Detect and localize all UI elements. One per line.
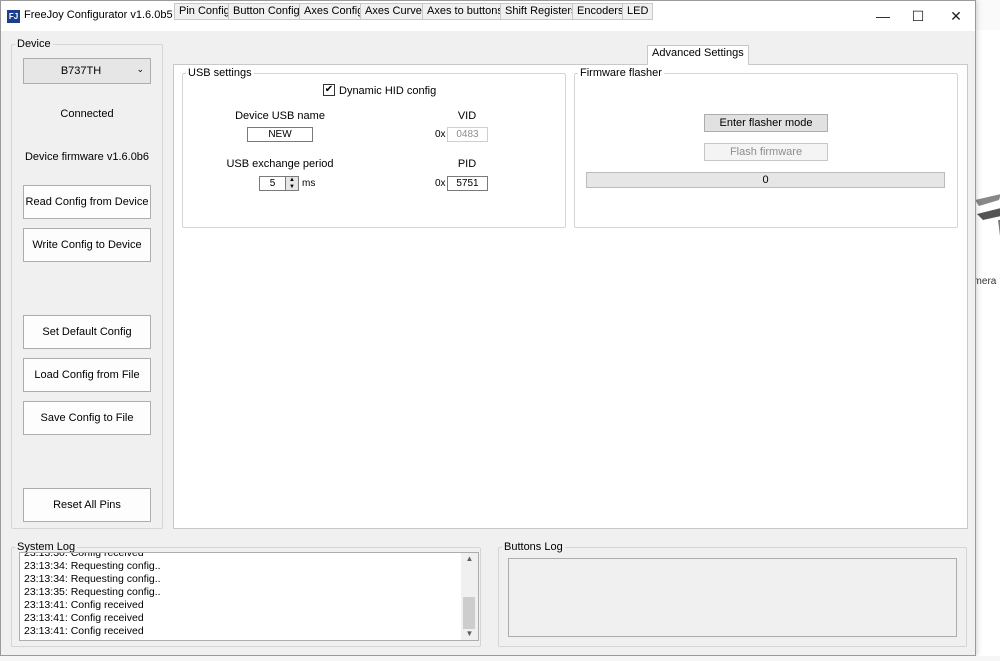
device-usb-name-label: Device USB name <box>235 110 325 122</box>
log-line: 23:13:41: Config received <box>24 612 144 624</box>
maximize-button[interactable]: ☐ <box>900 1 936 31</box>
buttons-log-label: Buttons Log <box>502 541 565 553</box>
flash-firmware-button[interactable]: Flash firmware <box>704 143 828 161</box>
enter-flasher-mode-button[interactable]: Enter flasher mode <box>704 114 828 132</box>
spin-down-icon[interactable]: ▼ <box>286 184 298 190</box>
tab-advanced-settings[interactable]: Advanced Settings <box>647 45 749 65</box>
log-line: 23:13:41: Config received <box>24 625 144 637</box>
usb-period-stepper[interactable]: ▲ ▼ <box>285 176 299 191</box>
set-default-config-button[interactable]: Set Default Config <box>23 315 151 349</box>
dynamic-hid-label: Dynamic HID config <box>339 85 437 97</box>
firmware-flasher-label: Firmware flasher <box>578 67 664 79</box>
taskbar-strip <box>0 656 1000 661</box>
scroll-up-icon[interactable]: ▲ <box>461 554 478 569</box>
app-logo-icon: FJ <box>7 10 20 23</box>
system-log-list[interactable]: 23:13:30: Config received 23:13:34: Requ… <box>19 552 479 641</box>
vid-prefix: 0x <box>435 129 446 140</box>
background-window <box>975 30 1000 661</box>
tab-axes-config[interactable]: Axes Config <box>299 3 369 20</box>
tab-pin-config[interactable]: Pin Config <box>174 3 235 20</box>
scrollbar-thumb[interactable] <box>463 597 475 629</box>
tab-button-config[interactable]: Button Config <box>228 3 305 20</box>
vid-label: VID <box>457 110 477 122</box>
chevron-down-icon: ⌄ <box>136 64 144 74</box>
dynamic-hid-checkbox[interactable]: ✔ <box>323 84 335 96</box>
spin-up-icon[interactable]: ▲ <box>286 177 298 183</box>
log-line: 23:13:34: Requesting config.. <box>24 560 161 572</box>
tab-encoders[interactable]: Encoders <box>572 3 629 20</box>
close-button[interactable]: ✕ <box>938 1 974 31</box>
connection-status: Connected <box>60 108 114 120</box>
tab-shift-registers[interactable]: Shift Registers <box>500 3 582 20</box>
background-camera-icon <box>975 194 1000 237</box>
pid-label: PID <box>457 158 477 170</box>
usb-period-unit: ms <box>302 178 316 189</box>
log-line: 23:13:34: Requesting config.. <box>24 573 161 585</box>
log-line: 23:13:41: Config received <box>24 599 144 611</box>
reset-all-pins-button[interactable]: Reset All Pins <box>23 488 151 522</box>
pid-prefix: 0x <box>435 178 446 189</box>
main-window: FJ FreeJoy Configurator v1.6.0b5 — ☐ ✕ D… <box>0 0 976 656</box>
buttons-log-list[interactable] <box>508 558 957 637</box>
flash-progress-bar: 0 <box>586 172 945 188</box>
usb-settings-label: USB settings <box>186 67 254 79</box>
save-config-button[interactable]: Save Config to File <box>23 401 151 435</box>
log-line: 23:13:30: Config received <box>24 552 144 559</box>
usb-period-input[interactable]: 5 <box>259 176 285 191</box>
write-config-button[interactable]: Write Config to Device <box>23 228 151 262</box>
device-select[interactable]: B737TH ⌄ <box>23 58 151 84</box>
minimize-button[interactable]: — <box>865 1 901 31</box>
load-config-button[interactable]: Load Config from File <box>23 358 151 392</box>
tab-axes-to-buttons[interactable]: Axes to buttons <box>422 3 508 20</box>
read-config-button[interactable]: Read Config from Device <box>23 185 151 219</box>
device-select-value: B737TH <box>60 65 102 77</box>
vid-input[interactable]: 0483 <box>447 127 488 142</box>
system-log-scrollbar[interactable]: ▲ ▼ <box>461 553 478 640</box>
log-line: 23:13:35: Requesting config.. <box>24 586 161 598</box>
device-usb-name-input[interactable]: NEW <box>247 127 313 142</box>
window-title: FreeJoy Configurator v1.6.0b5 <box>24 9 173 21</box>
usb-exchange-period-label: USB exchange period <box>226 158 334 170</box>
device-group-label: Device <box>15 38 53 50</box>
system-log-lines: 23:13:30: Config received 23:13:34: Requ… <box>20 552 461 638</box>
tab-led[interactable]: LED <box>622 3 654 20</box>
pid-input[interactable]: 5751 <box>447 176 488 191</box>
scroll-down-icon[interactable]: ▼ <box>461 629 478 640</box>
device-firmware-version: Device firmware v1.6.0b6 <box>24 151 150 163</box>
